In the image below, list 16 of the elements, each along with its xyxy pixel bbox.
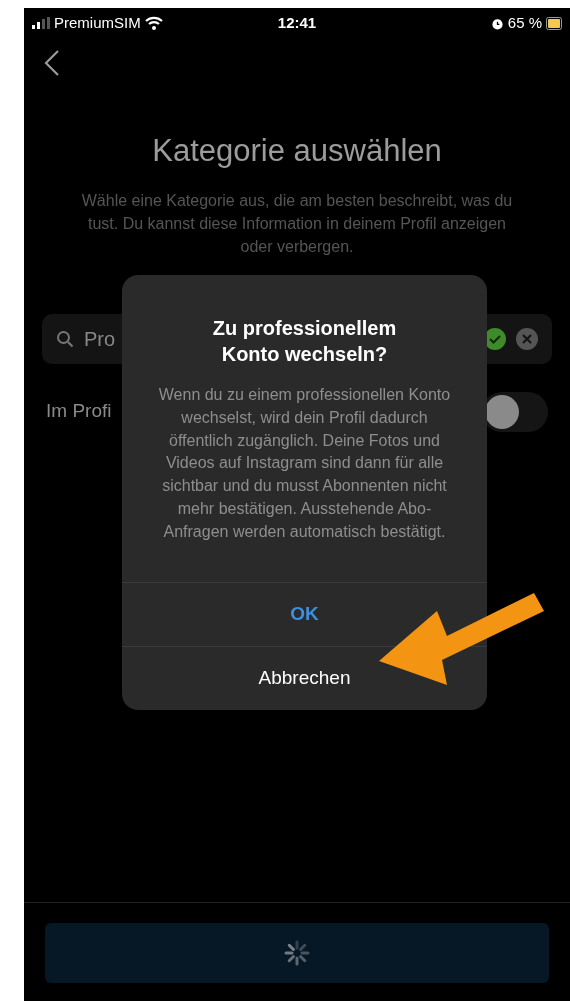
clear-icon[interactable] bbox=[516, 327, 538, 350]
page-description: Wähle eine Kategorie aus, die am besten beschreibt, was du tust. Du kannst diese Information in deinem Profil anzeigen oder verbergen. bbox=[80, 190, 514, 257]
page-title: Kategorie auswählen bbox=[151, 132, 443, 170]
alarm-icon bbox=[490, 16, 504, 30]
clock-time: 12:41 bbox=[277, 12, 317, 33]
carrier-name: PremiumSIM bbox=[54, 12, 141, 33]
search-value: Pro bbox=[84, 326, 116, 352]
signal-icon bbox=[32, 17, 50, 29]
wifi-icon bbox=[144, 16, 163, 30]
battery-icon bbox=[546, 16, 562, 30]
dialog-message: Wenn du zu einem professionellen Konto wechselst, wird dein Profil dadurch öffentlich zugänglich. Deine Fotos und Videos auf Instagram sind dann für alle sichtbar und du musst Abonnenten nicht mehr bestätigen. Ausstehende Abo-Anfragen werden automatisch bestätigt. bbox=[157, 385, 452, 542]
battery-percent: 65 % bbox=[507, 12, 542, 33]
search-icon bbox=[56, 329, 74, 348]
dialog-title: Zu professionellem Konto wechseln? bbox=[211, 316, 398, 367]
toggle-label: Im Profi bbox=[46, 399, 112, 424]
back-chevron-icon[interactable] bbox=[44, 49, 60, 77]
